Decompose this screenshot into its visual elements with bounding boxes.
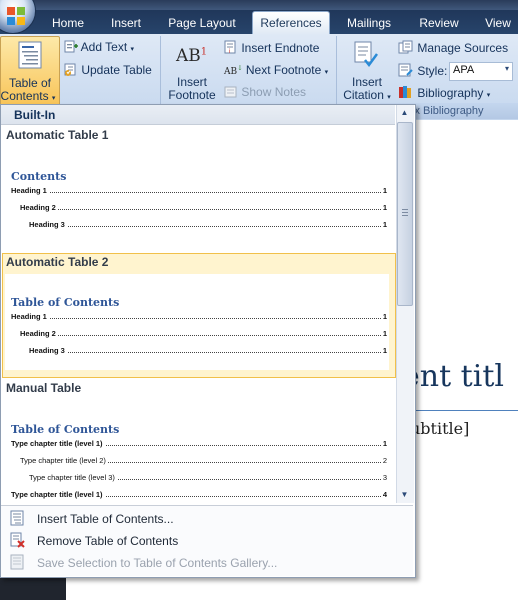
- title-rule: [402, 410, 518, 411]
- save-selection-label: Save Selection to Table of Contents Gall…: [37, 556, 278, 570]
- style-value: APA: [453, 64, 475, 76]
- update-table-button[interactable]: Update Table: [64, 63, 152, 77]
- insert-citation-icon: [354, 41, 379, 68]
- tab-references[interactable]: References: [252, 11, 330, 35]
- document-subtitle[interactable]: ubtitle]: [410, 419, 469, 438]
- next-footnote-label: Next Footnote: [245, 63, 322, 77]
- insert-endnote-button[interactable]: i Insert Endnote: [224, 40, 319, 55]
- add-text-label: Add Text: [80, 40, 128, 54]
- office-button-icon: [7, 7, 25, 25]
- bibliography-icon: [398, 85, 414, 99]
- add-text-icon: [64, 40, 78, 53]
- bibliography-label: Bibliography: [417, 86, 484, 100]
- insert-footnote-icon: AB1: [176, 46, 208, 66]
- section-title-manual-table: Manual Table: [6, 381, 82, 395]
- table-of-contents-button[interactable]: Table of Contents ▾: [0, 36, 60, 106]
- gallery-item-manual-table[interactable]: Table of Contents Type chapter title (le…: [5, 401, 389, 501]
- toc-line: Type chapter title (level 2) 2: [20, 456, 387, 465]
- save-selection-icon: [10, 554, 24, 570]
- insert-citation-button[interactable]: Insert Citation ▾: [340, 38, 394, 104]
- gallery-header: [1, 105, 395, 125]
- next-footnote-icon: AB↓: [224, 64, 243, 77]
- update-table-label: Update Table: [81, 63, 152, 77]
- document-title[interactable]: ent titl: [402, 359, 504, 394]
- bibliography-button[interactable]: Bibliography ▾: [398, 85, 490, 100]
- table-of-contents-icon: [18, 41, 42, 69]
- show-notes-icon: [224, 86, 238, 98]
- toc-line: Heading 11: [11, 312, 387, 321]
- style-selector: Style:: [398, 63, 447, 78]
- show-notes-label: Show Notes: [241, 85, 307, 99]
- insert-footnote-button[interactable]: AB1 Insert Footnote: [166, 38, 218, 104]
- scrollbar-thumb[interactable]: [397, 122, 413, 306]
- toc-line: Heading 11: [11, 186, 387, 195]
- save-selection-menu-item[interactable]: Save Selection to Table of Contents Gall…: [1, 552, 413, 573]
- chevron-down-icon: ▾: [387, 94, 391, 101]
- remove-toc-menu-item[interactable]: Remove Table of Contents: [1, 530, 413, 551]
- scroll-down-arrow-icon[interactable]: ▼: [397, 488, 412, 502]
- tab-view[interactable]: View: [478, 13, 518, 33]
- tab-review[interactable]: Review: [412, 13, 466, 33]
- chevron-down-icon: ▾: [486, 92, 491, 99]
- svg-text:i: i: [229, 49, 230, 54]
- tab-insert[interactable]: Insert: [100, 13, 152, 33]
- toc-line: Heading 31: [29, 220, 387, 229]
- toc-line: Heading 31: [29, 346, 387, 355]
- manage-sources-button[interactable]: Manage Sources: [398, 40, 508, 55]
- chevron-down-icon: ▾: [324, 69, 329, 76]
- chevron-down-icon: ▾: [130, 46, 135, 53]
- section-title-automatic-table-1: Automatic Table 1: [6, 128, 109, 142]
- preview-title: Table of Contents: [11, 423, 120, 436]
- update-table-icon: [64, 63, 78, 76]
- remove-toc-icon: [10, 532, 25, 548]
- tab-page-layout[interactable]: Page Layout: [160, 13, 244, 33]
- show-notes-button[interactable]: Show Notes: [224, 85, 306, 99]
- insert-toc-label: Insert Table of Contents...: [37, 512, 174, 526]
- toc-button-label-2: Contents ▾: [0, 89, 56, 103]
- section-title-automatic-table-2: Automatic Table 2: [6, 255, 109, 269]
- style-dropdown[interactable]: APA ▾: [449, 62, 513, 81]
- preview-title: Table of Contents: [11, 296, 120, 309]
- tab-mailings[interactable]: Mailings: [338, 13, 400, 33]
- insert-endnote-label: Insert Endnote: [241, 41, 320, 55]
- scroll-up-arrow-icon[interactable]: ▲: [397, 106, 412, 120]
- next-footnote-button[interactable]: AB↓ Next Footnote ▾: [224, 63, 328, 77]
- insert-endnote-icon: i: [224, 40, 238, 55]
- title-bar: [0, 0, 518, 10]
- toc-line: Type chapter title (level 1) 4: [11, 490, 387, 499]
- manage-sources-icon: [398, 40, 414, 54]
- toc-line: Type chapter title (level 3) 3: [29, 473, 387, 482]
- toc-line: Type chapter title (level 1) 1: [11, 439, 387, 448]
- preview-title: Contents: [11, 170, 67, 183]
- toc-line: Heading 21: [20, 329, 387, 338]
- chevron-down-icon: ▾: [51, 95, 56, 102]
- style-label: Style:: [417, 64, 448, 78]
- remove-toc-label: Remove Table of Contents: [37, 534, 179, 548]
- preview-automatic-table-2: Table of Contents Heading 11 Heading 21 …: [5, 274, 389, 370]
- insert-footnote-label-2: Footnote: [168, 88, 216, 102]
- insert-toc-menu-item[interactable]: Insert Table of Contents...: [1, 508, 413, 529]
- manage-sources-label: Manage Sources: [417, 41, 509, 55]
- toc-line: Heading 21: [20, 203, 387, 212]
- gallery-item-automatic-table-1[interactable]: Contents Heading 11 Heading 21 Heading 3…: [5, 148, 389, 244]
- gallery-header-label: Built-In: [14, 108, 56, 122]
- tab-home[interactable]: Home: [44, 13, 92, 33]
- insert-toc-icon: [10, 510, 24, 526]
- chevron-down-icon: ▾: [504, 64, 509, 73]
- add-text-button[interactable]: Add Text ▾: [64, 40, 134, 54]
- style-icon: [398, 63, 414, 77]
- insert-citation-label-2: Citation ▾: [343, 88, 391, 102]
